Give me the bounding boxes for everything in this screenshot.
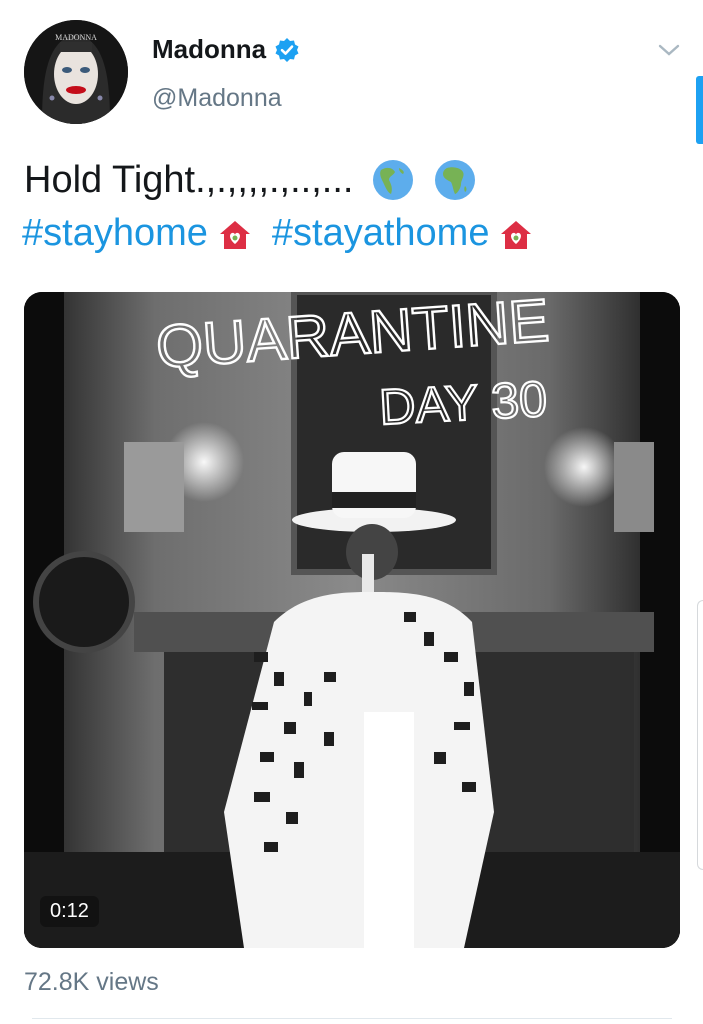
chevron-down-icon[interactable] (656, 40, 682, 60)
globe-africa-icon (433, 158, 477, 202)
handle[interactable]: @Madonna (152, 84, 282, 113)
avatar[interactable]: MADONNA (24, 20, 128, 124)
video-duration: 0:12 (40, 896, 99, 927)
house-with-heart-icon (218, 218, 252, 250)
tweet-hashtags-line: #stayhome #stayathome (22, 212, 533, 255)
tweet-text: Hold Tight.,.,,,,.,..,... (24, 158, 354, 201)
video-overlay-day: DAY 30 (378, 371, 548, 436)
verified-badge-icon (274, 37, 300, 63)
author-name-row[interactable]: Madonna (152, 34, 300, 65)
divider (32, 1018, 672, 1019)
hashtag-link[interactable]: #stayhome (22, 212, 208, 255)
tweet-text-line: Hold Tight.,.,,,,.,..,... (24, 158, 477, 202)
edge-panel-handle[interactable] (697, 600, 703, 870)
video-frame: QUARANTINE DAY 30 (24, 292, 680, 948)
video-player[interactable]: QUARANTINE DAY 30 (24, 292, 680, 948)
globe-americas-icon (371, 158, 415, 202)
house-with-heart-icon (499, 218, 533, 250)
display-name[interactable]: Madonna (152, 34, 266, 65)
hashtag-link[interactable]: #stayathome (272, 212, 490, 255)
avatar-logo-text: MADONNA (55, 33, 97, 42)
view-count: 72.8K views (24, 968, 159, 996)
scroll-indicator (696, 76, 703, 144)
avatar-image: MADONNA (24, 20, 128, 124)
